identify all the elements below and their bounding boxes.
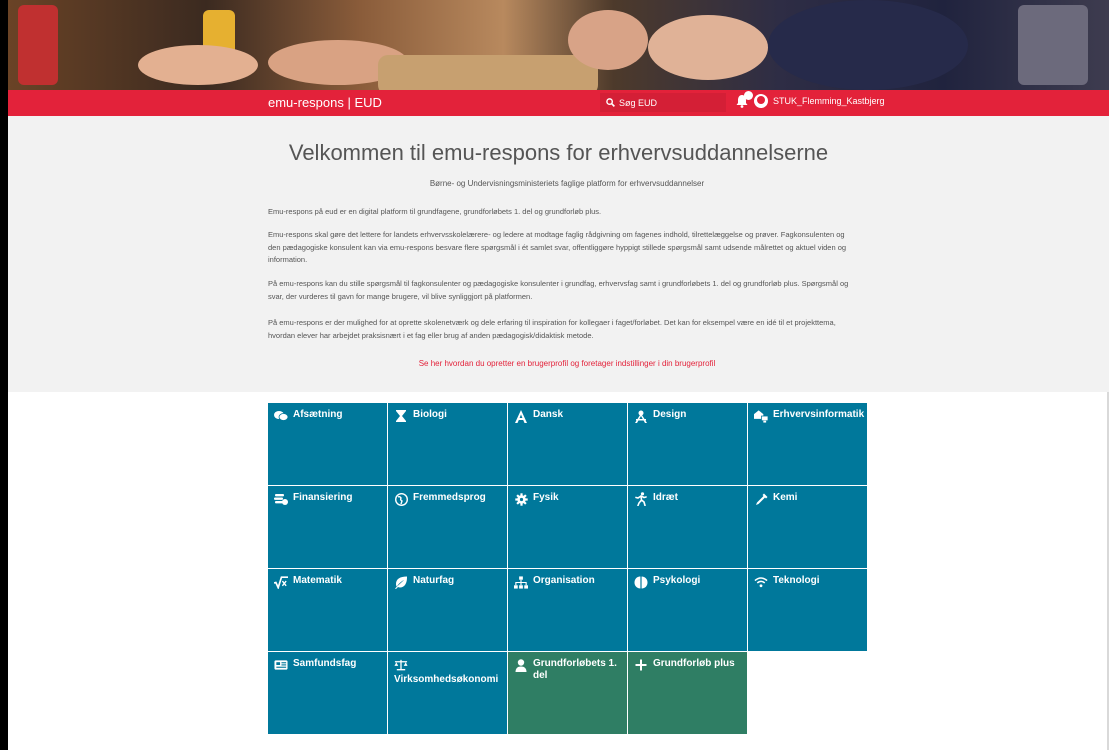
tile-label: Finansiering [293,492,353,503]
tile-label: Erhvervsinformatik [773,409,865,420]
tile-biologi[interactable]: Biologi [388,403,507,485]
tile-label: Matematik [293,575,342,586]
tile-label: Afsætning [293,409,343,420]
tile-label: Biologi [413,409,447,420]
intro-paragraph-3: På emu-respons kan du stille spørgsmål t… [268,279,849,301]
plus-icon [634,658,648,672]
coins-icon [274,492,288,506]
tile-finansiering[interactable]: Finansiering [268,486,387,568]
hourglass-icon [394,409,408,423]
site-brand-link[interactable]: emu-respons | EUD [268,95,382,110]
tile-label: Fremmedsprog [413,492,486,503]
tile-label: Dansk [533,409,564,420]
tile-kemi[interactable]: Kemi [748,486,867,568]
tile-idraet[interactable]: Idræt [628,486,747,568]
tile-label: Samfundsfag [293,658,357,669]
hero-photo [8,0,1109,90]
tile-fysik[interactable]: Fysik [508,486,627,568]
tile-naturfag[interactable]: Naturfag [388,569,507,651]
search-box[interactable]: Søg EUD [600,93,726,112]
username-label: STUK_Flemming_Kastbjerg [773,96,885,106]
tile-virksomhedsoekonomi[interactable]: Virksomhedsøkonomi [388,652,507,734]
tile-label: Virksomhedsøkonomi [394,674,499,685]
top-navigation-bar: emu-respons | EUD Søg EUD STUK_Flemming_… [8,90,1109,116]
tile-label: Grundforløb plus [653,658,735,669]
intro-paragraph-4: På emu-respons er der mulighed for at op… [268,318,836,340]
notification-badge [744,91,753,100]
tile-label: Fysik [533,492,559,503]
tile-label: Idræt [653,492,678,503]
globe-icon [394,492,408,506]
tile-label: Design [653,409,687,420]
gear-icon [514,492,528,506]
tile-label: Naturfag [413,575,455,586]
scale-icon [394,658,408,672]
intro-paragraph-2: Emu-respons skal gøre det lettere for la… [268,230,847,264]
chat-bubbles-icon [274,409,288,423]
tile-erhvervsinformatik[interactable]: Erhvervsinformatik [748,403,867,485]
intro-panel: Velkommen til emu-respons for erhvervsud… [8,116,1109,392]
tile-matematik[interactable]: Matematik [268,569,387,651]
user-menu[interactable]: STUK_Flemming_Kastbjerg [754,94,885,108]
tile-organisation[interactable]: Organisation [508,569,627,651]
search-icon [606,98,615,107]
tile-fremmedsprog[interactable]: Fremmedsprog [388,486,507,568]
tile-samfundsfag[interactable]: Samfundsfag [268,652,387,734]
tile-grundforloeb-plus[interactable]: Grundforløb plus [628,652,747,734]
org-chart-icon [514,575,528,589]
square-root-icon [274,575,288,589]
tile-label: Organisation [533,575,595,586]
page-subtitle: Børne- og Undervisningsministeriets fagl… [429,179,705,188]
subject-tiles-grid: Afsætning Biologi Dansk Design Erhvervsi… [268,403,867,734]
network-house-icon [754,409,768,423]
letter-a-icon [514,409,528,423]
search-input[interactable]: Søg EUD [619,98,657,108]
wifi-icon [754,575,768,589]
window-frame [0,0,8,750]
tile-design[interactable]: Design [628,403,747,485]
tile-grundforloebets-1-del[interactable]: Grundforløbets 1. del [508,652,627,734]
avatar [754,94,768,108]
page-title: Velkommen til emu-respons for erhvervsud… [288,140,829,165]
tile-psykologi[interactable]: Psykologi [628,569,747,651]
tile-dansk[interactable]: Dansk [508,403,627,485]
tile-label: Psykologi [653,575,701,586]
leaf-icon [394,575,408,589]
tile-label: Teknologi [773,575,820,586]
tile-afsaetning[interactable]: Afsætning [268,403,387,485]
newspaper-icon [274,658,288,672]
runner-icon [634,492,648,506]
person-icon [514,658,528,672]
profile-help-link[interactable]: Se her hvordan du opretter en brugerprof… [8,359,1109,368]
pipette-icon [754,492,768,506]
tile-label: Kemi [773,492,798,503]
drafting-icon [634,409,648,423]
brain-icon [634,575,648,589]
tile-label: Grundforløbets 1. del [533,658,617,681]
intro-paragraph-1: Emu-respons på eud er en digital platfor… [268,207,602,216]
tile-teknologi[interactable]: Teknologi [748,569,867,651]
